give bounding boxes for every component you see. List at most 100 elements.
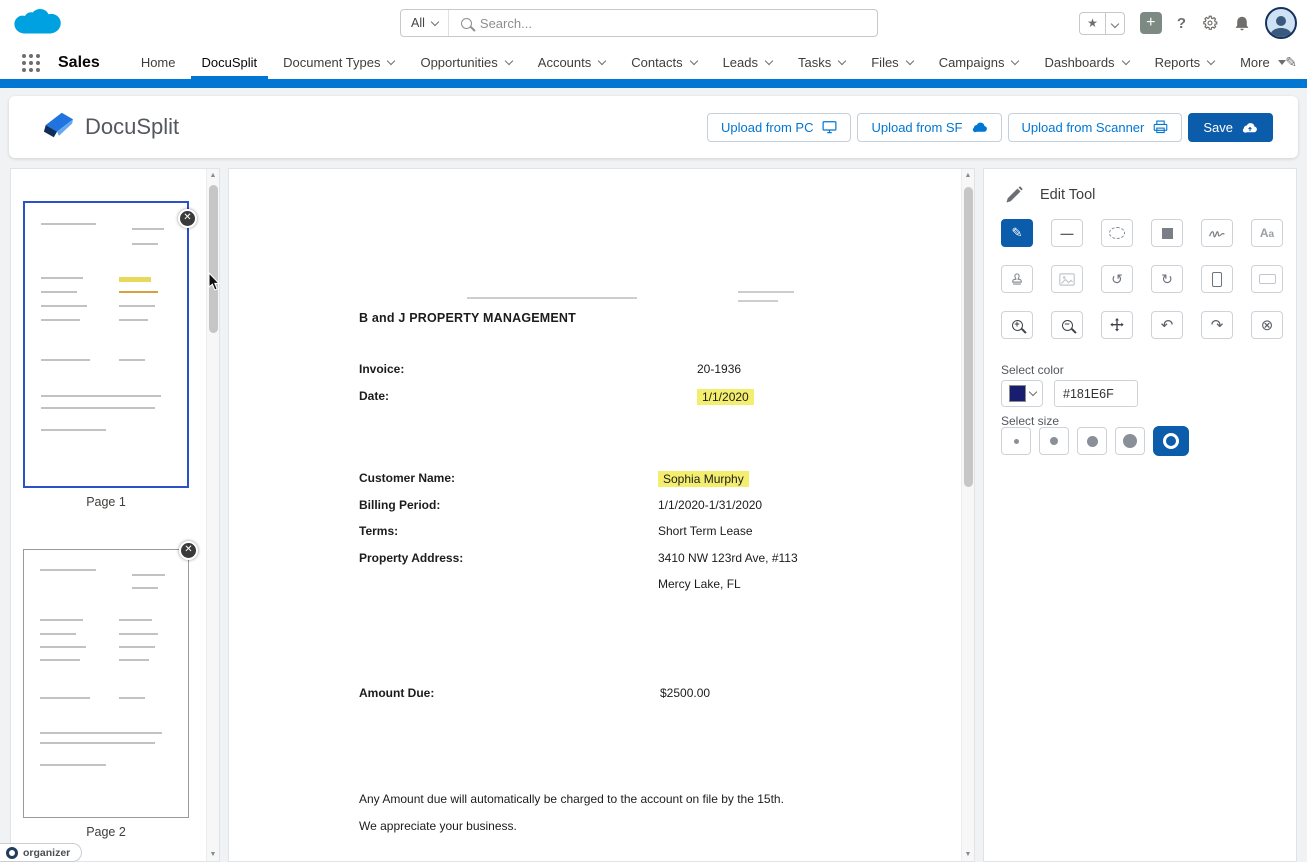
tab-reports[interactable]: Reports (1142, 46, 1228, 79)
chevron-down-icon (431, 17, 439, 25)
mouse-cursor (208, 272, 222, 297)
notifications-bell-icon[interactable] (1234, 15, 1250, 32)
favorites-star-icon[interactable]: ★ (1080, 16, 1105, 30)
scroll-down-arrow[interactable]: ▼ (207, 851, 219, 858)
ellipse-select-tool-button[interactable] (1101, 219, 1133, 247)
page-caption: Page 1 (23, 495, 189, 509)
clear-tool-button[interactable]: ⊗ (1251, 311, 1283, 339)
redo-tool-button[interactable]: ↷ (1201, 311, 1233, 339)
color-hex-input[interactable] (1054, 380, 1138, 407)
search-input[interactable] (480, 16, 877, 31)
docusplit-toolbar: DocuSplit Upload from PC Upload from SF … (9, 96, 1298, 158)
page-preview (24, 550, 188, 817)
rotate-right-icon: ↻ (1161, 271, 1173, 288)
setup-gear-icon[interactable] (1201, 14, 1219, 32)
tab-home[interactable]: Home (128, 46, 189, 79)
app-name: Sales (58, 54, 100, 72)
page-thumbnail[interactable]: ✕ (23, 201, 189, 488)
portrait-tool-button[interactable] (1201, 265, 1233, 293)
tab-campaigns[interactable]: Campaigns (926, 46, 1032, 79)
edit-tool-panel: Edit Tool ✎ — Aa ↺ ↻ + − (983, 168, 1297, 862)
tab-leads[interactable]: Leads (710, 46, 785, 79)
line-icon: — (1061, 226, 1074, 241)
global-search: All (400, 9, 878, 37)
upload-from-pc-button[interactable]: Upload from PC (707, 113, 851, 142)
text-tool-button[interactable]: Aa (1251, 219, 1283, 247)
stamp-tool-button[interactable] (1001, 265, 1033, 293)
scroll-up-arrow[interactable]: ▲ (962, 172, 974, 179)
chevron-down-icon (905, 57, 913, 65)
scrollbar-thumb[interactable] (964, 187, 973, 487)
tab-document-types[interactable]: Document Types (270, 46, 407, 79)
scan-artifact (738, 300, 778, 302)
landscape-tool-button[interactable] (1251, 265, 1283, 293)
upload-from-scanner-button[interactable]: Upload from Scanner (1008, 113, 1183, 142)
image-tool-button[interactable] (1051, 265, 1083, 293)
chevron-down-icon (505, 57, 513, 65)
app-launcher-icon[interactable] (22, 54, 40, 72)
scroll-up-arrow[interactable]: ▲ (207, 172, 219, 179)
color-controls (1001, 380, 1138, 407)
chevron-down-icon (1011, 57, 1019, 65)
size-4-button[interactable] (1115, 427, 1145, 455)
signature-tool-button[interactable] (1201, 219, 1233, 247)
size-dot-icon (1123, 434, 1137, 448)
document-scrollbar[interactable]: ▲ ▼ (961, 169, 974, 861)
docusplit-app: All ★ + ? (0, 0, 1307, 862)
tab-contacts[interactable]: Contacts (618, 46, 709, 79)
zoom-in-tool-button[interactable]: + (1001, 311, 1033, 339)
line-tool-button[interactable]: — (1051, 219, 1083, 247)
pen-tool-button[interactable]: ✎ (1001, 219, 1033, 247)
cloud-upload-icon (1242, 121, 1258, 134)
upload-from-sf-button[interactable]: Upload from SF (857, 113, 1001, 142)
size-5-button-selected[interactable] (1153, 426, 1189, 456)
scan-artifact (467, 297, 637, 299)
rotate-right-tool-button[interactable]: ↻ (1151, 265, 1183, 293)
rotate-left-tool-button[interactable]: ↺ (1101, 265, 1133, 293)
size-dot-icon (1163, 433, 1179, 449)
undo-tool-button[interactable]: ↶ (1151, 311, 1183, 339)
undo-icon: ↶ (1161, 316, 1174, 334)
nav-edit-pencil-icon[interactable]: ✎ (1285, 54, 1297, 71)
printer-icon (1153, 120, 1168, 134)
remove-page-button[interactable]: ✕ (178, 209, 197, 228)
avatar[interactable] (1265, 7, 1297, 39)
size-1-button[interactable] (1001, 427, 1031, 455)
zoom-out-tool-button[interactable]: − (1051, 311, 1083, 339)
chevron-down-icon (598, 57, 606, 65)
tab-accounts[interactable]: Accounts (525, 46, 618, 79)
document-page[interactable]: B and J PROPERTY MANAGEMENT Invoice: 20-… (229, 169, 974, 861)
favorites-dropdown[interactable] (1106, 14, 1124, 32)
tab-files[interactable]: Files (858, 46, 925, 79)
help-icon[interactable]: ? (1177, 15, 1186, 32)
scroll-down-arrow[interactable]: ▼ (962, 851, 974, 858)
remove-page-button[interactable]: ✕ (179, 541, 198, 560)
pen-icon: ✎ (1012, 225, 1023, 241)
favorites-control[interactable]: ★ (1079, 12, 1125, 35)
zoom-in-icon: + (1012, 320, 1023, 331)
save-button[interactable]: Save (1188, 113, 1273, 142)
image-icon (1059, 273, 1075, 286)
chevron-down-icon (1207, 57, 1215, 65)
page-thumbnail[interactable]: ✕ (23, 549, 189, 818)
tab-dashboards[interactable]: Dashboards (1031, 46, 1141, 79)
tab-opportunities[interactable]: Opportunities (407, 46, 524, 79)
page-title: DocuSplit (85, 114, 179, 140)
app-nav-bar: Sales Home DocuSplit Document Types Oppo… (0, 46, 1307, 79)
organizer-extension-badge[interactable]: organizer (0, 843, 82, 862)
tab-tasks[interactable]: Tasks (785, 46, 858, 79)
size-2-button[interactable] (1039, 427, 1069, 455)
size-3-button[interactable] (1077, 427, 1107, 455)
scrollbar-thumb[interactable] (209, 185, 218, 333)
page-caption: Page 2 (23, 825, 189, 839)
salesforce-cloud-logo (10, 3, 66, 48)
tab-docusplit[interactable]: DocuSplit (189, 46, 271, 79)
move-tool-button[interactable] (1101, 311, 1133, 339)
color-picker-dropdown[interactable] (1001, 380, 1043, 407)
text-icon: Aa (1260, 226, 1274, 240)
search-scope-selector[interactable]: All (401, 10, 448, 36)
docusplit-logo (39, 109, 77, 146)
size-dot-icon (1014, 439, 1019, 444)
quick-add-icon[interactable]: + (1140, 12, 1162, 34)
rectangle-tool-button[interactable] (1151, 219, 1183, 247)
